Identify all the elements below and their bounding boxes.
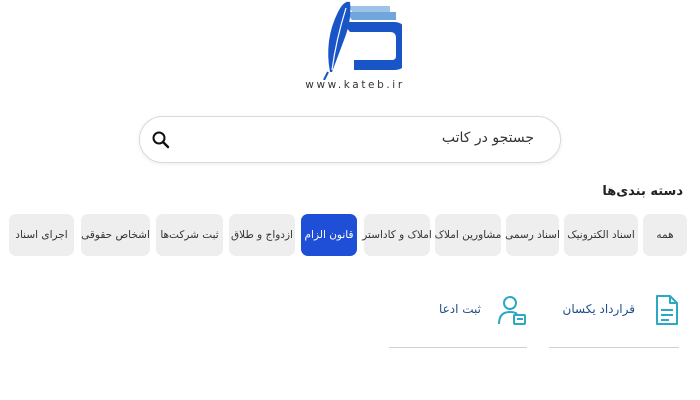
category-chip-marriage-divorce[interactable]: ازدواج و طلاق	[229, 214, 295, 256]
service-card-uniform-contract[interactable]: قرارداد یکسان	[549, 288, 679, 348]
category-chip-document-enforcement[interactable]: اجرای اسناد	[9, 214, 74, 256]
category-chip-obligation-law[interactable]: قانون الزام	[301, 214, 357, 256]
category-chip-official-docs[interactable]: اسناد رسمی	[505, 214, 560, 256]
category-chip-electronic-docs[interactable]: اسناد الکترونیک	[564, 214, 638, 256]
category-chip-legal-entities[interactable]: اشخاص حقوقی	[81, 214, 150, 256]
search-input[interactable]: جستجو در کاتب	[442, 130, 534, 146]
category-chips: همه اسناد الکترونیک اسناد رسمی مشاورین ا…	[9, 214, 689, 256]
search-bar[interactable]: جستجو در کاتب	[139, 116, 561, 163]
search-icon[interactable]	[150, 129, 172, 151]
logo-url-text: www.kateb.ir	[305, 79, 405, 91]
card-label: قرارداد یکسان	[562, 302, 635, 316]
user-claim-icon	[497, 294, 527, 330]
category-chip-property-cadastre[interactable]: املاک و کاداستر	[362, 214, 432, 256]
category-chip-real-estate-agents[interactable]: مشاورین املاک	[435, 214, 501, 256]
document-icon	[655, 294, 679, 330]
kateb-logo-mark	[323, 1, 402, 80]
card-divider	[389, 347, 527, 348]
category-chip-company-registration[interactable]: ثبت شرکت‌ها	[156, 214, 223, 256]
card-label: ثبت ادعا	[438, 302, 481, 316]
kateb-logo[interactable]: www.kateb.ir	[300, 0, 410, 95]
categories-title: دسته بندی‌ها	[602, 184, 683, 199]
category-chip-all[interactable]: همه	[643, 214, 687, 256]
card-divider	[549, 347, 679, 348]
service-card-file-claim[interactable]: ثبت ادعا	[389, 288, 527, 348]
